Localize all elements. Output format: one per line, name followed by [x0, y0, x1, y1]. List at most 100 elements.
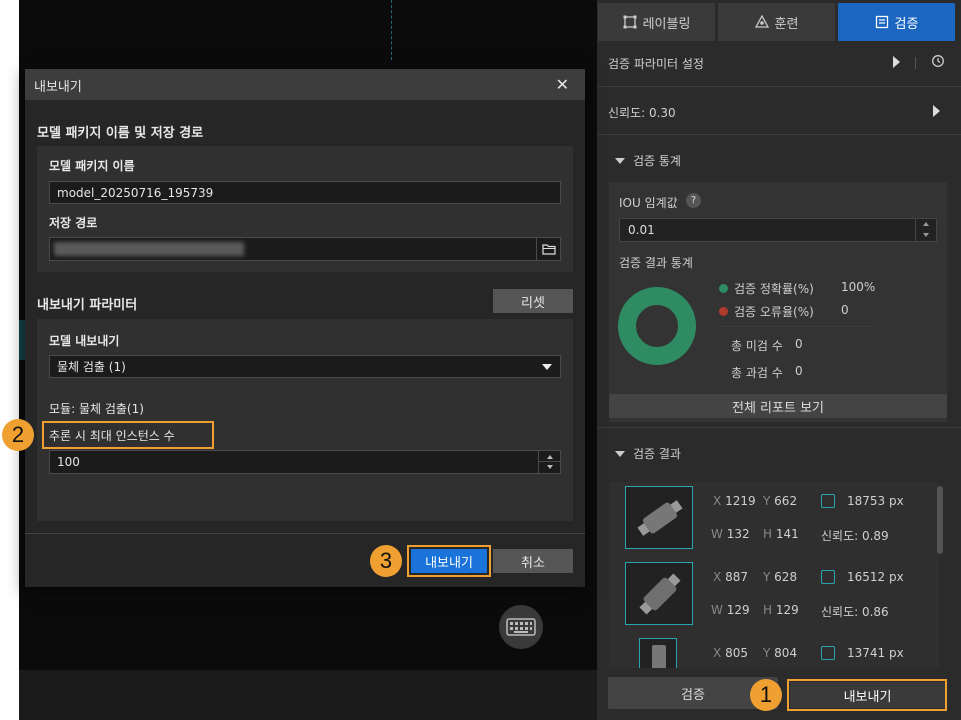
dialog-header: 내보내기 ✕ — [25, 69, 585, 100]
result-row[interactable]: X 1219 Y 662 18753 px W 132 H 141 신뢰도: 0… — [609, 482, 939, 558]
y-key: Y — [763, 646, 771, 660]
result-area: 16512 px — [847, 570, 904, 584]
collapse-icon — [615, 450, 625, 457]
save-path-blurred — [54, 242, 244, 256]
max-instances-stepper[interactable] — [538, 451, 560, 473]
tab-training[interactable]: 훈련 — [718, 3, 835, 41]
result-x: 805 — [725, 646, 748, 660]
result-thumbnail[interactable] — [625, 562, 693, 625]
result-w: 132 — [726, 527, 750, 541]
y-key: Y — [763, 494, 771, 508]
keyboard-shortcut-button[interactable] — [499, 605, 543, 649]
result-row[interactable]: X 887 Y 628 16512 px W 129 H 129 신뢰도: 0.… — [609, 558, 939, 634]
browse-folder-button[interactable] — [536, 238, 560, 260]
divider — [25, 533, 585, 534]
stats-section-header[interactable]: 검증 통계 — [615, 152, 681, 169]
result-checkbox[interactable] — [821, 494, 835, 508]
result-y: 804 — [774, 646, 798, 660]
h-key: H — [763, 527, 773, 541]
x-key: X — [713, 570, 722, 584]
help-icon[interactable]: ? — [686, 193, 701, 208]
iou-stepper[interactable] — [915, 219, 936, 241]
tab-labeling[interactable]: 레이블링 — [598, 3, 715, 41]
confidence-label: 신뢰도: 0.30 — [608, 106, 676, 120]
x-key: X — [713, 494, 722, 508]
divider — [597, 86, 961, 87]
validation-icon — [875, 15, 888, 29]
keyboard-icon — [506, 618, 536, 636]
export-params-title: 내보내기 파라미터 — [37, 298, 138, 313]
result-area: 18753 px — [847, 494, 904, 508]
h-key: H — [763, 603, 773, 617]
result-checkbox[interactable] — [821, 570, 835, 584]
result-confidence: 신뢰도: 0.86 — [821, 605, 889, 619]
export-model-label: 모델 내보내기 — [49, 334, 120, 348]
max-instances-input[interactable]: 100 — [49, 450, 561, 474]
result-h: 141 — [775, 527, 799, 541]
tab-training-label: 훈련 — [774, 16, 799, 32]
result-x: 887 — [725, 570, 748, 584]
results-scrollbar[interactable] — [937, 486, 943, 554]
w-key: W — [711, 527, 723, 541]
tab-validation-label: 검증 — [894, 16, 919, 32]
results-section-header[interactable]: 검증 결과 — [615, 445, 681, 462]
tab-labeling-label: 레이블링 — [642, 16, 691, 32]
iou-input[interactable]: 0.01 — [619, 218, 937, 242]
save-path-label: 저장 경로 — [49, 216, 98, 230]
result-thumbnail[interactable] — [625, 486, 693, 549]
folder-icon — [541, 244, 556, 255]
missed-value: 0 — [795, 337, 803, 351]
accuracy-donut-chart — [618, 287, 696, 365]
collapse-icon — [615, 157, 625, 164]
error-label: 검증 오류율(%) — [734, 305, 814, 319]
full-report-button[interactable]: 전체 리포트 보기 — [609, 394, 947, 418]
callout-badge-2: 2 — [2, 419, 34, 451]
divider — [719, 326, 874, 327]
package-name-input[interactable]: model_20250716_195739 — [49, 181, 561, 204]
mode-tabs: 레이블링 훈련 검증 — [597, 3, 961, 41]
result-thumbnail[interactable] — [639, 638, 677, 668]
export-params-section: 모델 내보내기 물체 검출 (1) 모듈: 물체 검출(1) 추론 시 최대 인… — [37, 319, 573, 521]
result-row[interactable]: X 805 Y 804 13741 px — [609, 634, 939, 668]
export-model-value: 물체 검출 (1) — [57, 360, 126, 374]
module-text: 모듈: 물체 검출(1) — [49, 402, 144, 416]
over-value: 0 — [795, 364, 803, 378]
callout-highlight-dialog-export — [407, 545, 491, 577]
history-icon[interactable] — [931, 54, 945, 71]
package-section-title: 모델 패키지 이름 및 저장 경로 — [37, 126, 204, 141]
play-icon[interactable] — [893, 56, 900, 68]
dialog-cancel-button[interactable]: 취소 — [493, 549, 573, 573]
missed-label: 총 미검 수 — [731, 339, 783, 353]
results-section-title: 검증 결과 — [633, 447, 681, 461]
export-model-select[interactable]: 물체 검출 (1) — [49, 355, 561, 378]
result-w: 129 — [726, 603, 750, 617]
accuracy-value: 100% — [841, 280, 876, 294]
y-key: Y — [763, 570, 771, 584]
help-icon-glyph: ? — [690, 195, 697, 206]
result-stats-label: 검증 결과 통계 — [619, 256, 693, 270]
accuracy-legend: 검증 정확률(%) — [719, 280, 814, 297]
accuracy-dot — [719, 284, 728, 293]
package-section: 모델 패키지 이름 model_20250716_195739 저장 경로 — [37, 146, 573, 272]
divider — [597, 427, 961, 428]
callout-badge-3: 3 — [370, 545, 402, 577]
result-x: 1219 — [725, 494, 756, 508]
divider — [597, 134, 961, 135]
close-icon[interactable]: ✕ — [556, 75, 569, 94]
confidence-expand-icon[interactable] — [933, 105, 940, 117]
save-path-input[interactable] — [49, 237, 561, 261]
result-checkbox[interactable] — [821, 646, 835, 660]
max-instances-value: 100 — [57, 455, 80, 469]
result-y: 662 — [774, 494, 798, 508]
callout-badge-1: 1 — [750, 679, 782, 711]
iou-value: 0.01 — [628, 223, 655, 237]
reset-button[interactable]: 리셋 — [493, 289, 573, 313]
tab-validation[interactable]: 검증 — [838, 3, 955, 41]
accuracy-label: 검증 정확률(%) — [734, 282, 814, 296]
right-panel: 레이블링 훈련 검증 검증 파라미터 설정 신뢰도: 0.30 검증 통계 IO… — [597, 0, 961, 720]
error-dot — [719, 307, 728, 316]
result-confidence: 신뢰도: 0.89 — [821, 529, 889, 543]
package-name-value: model_20250716_195739 — [57, 185, 214, 200]
result-area: 13741 px — [847, 646, 904, 660]
chevron-down-icon — [542, 364, 552, 370]
